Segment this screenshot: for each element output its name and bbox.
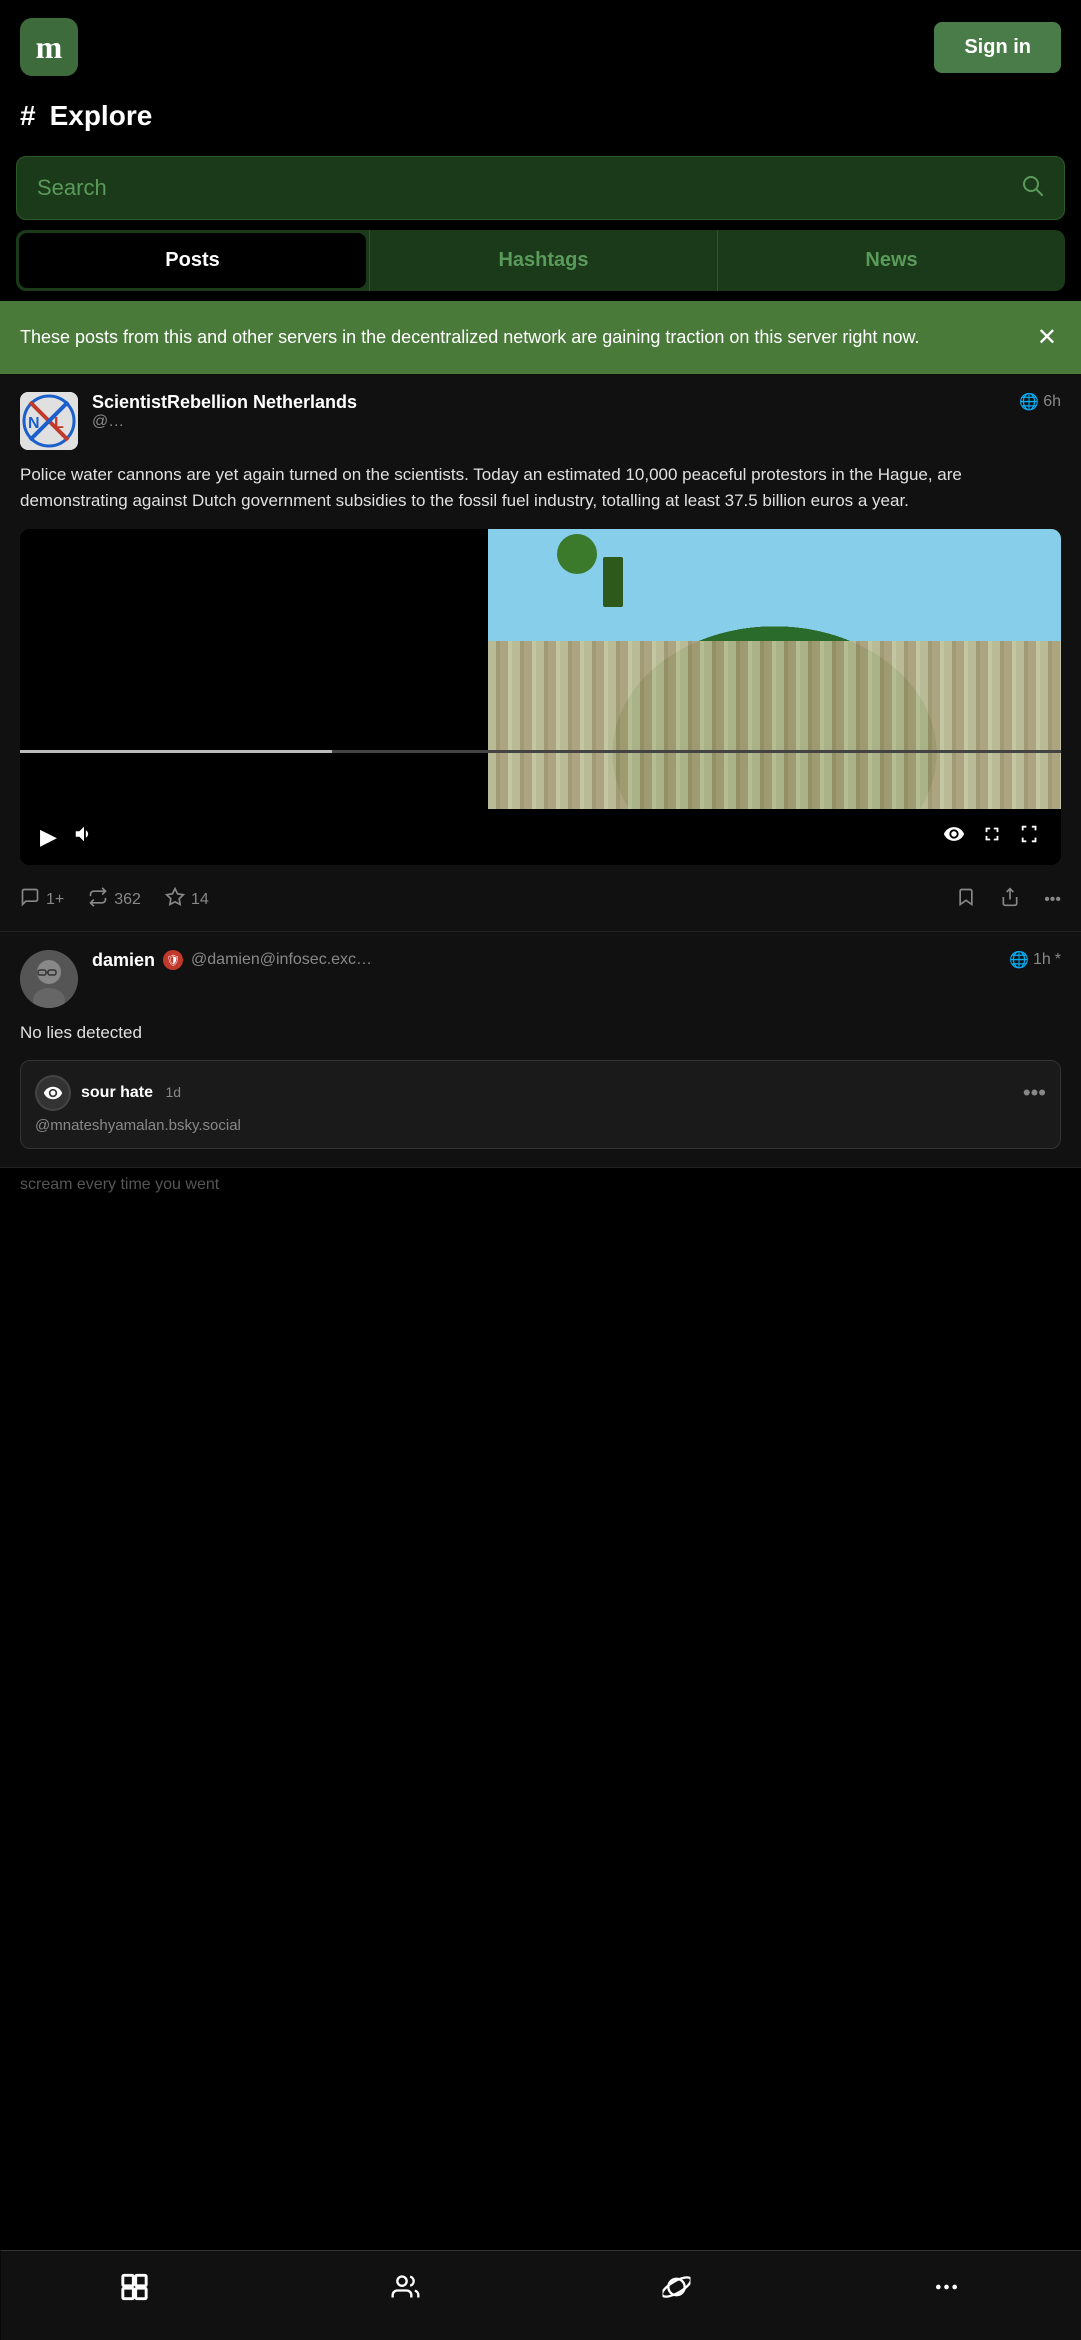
globe-icon-2: 🌐: [1009, 950, 1029, 970]
page-title: Explore: [50, 100, 153, 132]
search-icon: [1020, 173, 1044, 203]
logo: m: [20, 18, 78, 76]
video-scene: [488, 529, 1061, 809]
quoted-author-name: sour hate: [81, 1084, 153, 1101]
post-2-time-row: 🌐 1h *: [1009, 950, 1061, 970]
svg-text:N: N: [28, 415, 40, 432]
close-banner-button[interactable]: ✕: [1033, 319, 1061, 356]
tab-news[interactable]: News: [718, 230, 1065, 291]
post-1-header: N L ScientistRebellion Netherlands @… 🌐 …: [20, 392, 1061, 450]
quoted-time: 1d: [165, 1084, 181, 1100]
post-1-time: 6h: [1043, 393, 1061, 411]
hash-icon: #: [20, 100, 36, 132]
post-2-author-name: damien: [92, 950, 155, 971]
post-2-time: 1h: [1033, 951, 1051, 969]
expand-button[interactable]: [977, 819, 1007, 855]
video-thumbnail: [20, 529, 1061, 809]
post-2-name-row: damien 🛡 @damien@infosec.exc…: [92, 950, 372, 971]
post-1-content: Police water cannons are yet again turne…: [20, 462, 1061, 515]
avatar-image: N L: [20, 392, 78, 450]
partial-text: scream every time you went: [0, 1168, 1081, 1314]
quoted-header: sour hate 1d •••: [35, 1075, 1046, 1111]
share-button[interactable]: [1000, 887, 1020, 912]
post-1-author-name: ScientistRebellion Netherlands: [92, 392, 357, 413]
fullscreen-button[interactable]: [1015, 819, 1045, 855]
favorite-button[interactable]: 14: [165, 887, 209, 913]
video-progress-track[interactable]: [20, 750, 1061, 753]
video-progress-fill: [20, 750, 332, 753]
nav-explore-button[interactable]: [101, 2265, 169, 2316]
boost-icon: [88, 887, 108, 913]
favorite-count: 14: [191, 891, 209, 909]
sign-in-button[interactable]: Sign in: [934, 22, 1061, 73]
comment-button[interactable]: 1+: [20, 887, 64, 913]
verified-badge: 🛡: [163, 950, 183, 970]
comment-count: 1+: [46, 891, 64, 909]
search-bar[interactable]: [16, 156, 1065, 220]
quoted-avatar: [35, 1075, 71, 1111]
post-1-author-row: ScientistRebellion Netherlands @… 🌐 6h: [92, 392, 1061, 431]
video-player[interactable]: ▶: [20, 529, 1061, 865]
star-icon: [165, 887, 185, 913]
boost-count: 362: [114, 891, 141, 909]
post-2-handle: @damien@infosec.exc…: [191, 951, 372, 969]
info-banner: These posts from this and other servers …: [0, 301, 1081, 374]
post-1-handle: @…: [92, 413, 357, 431]
explore-header: # Explore: [0, 86, 1081, 146]
post-1-author-info: ScientistRebellion Netherlands @…: [92, 392, 357, 431]
comment-icon: [20, 887, 40, 913]
video-dark-side: [20, 529, 488, 809]
tree-top: [557, 534, 597, 574]
post-2-author-row: damien 🛡 @damien@infosec.exc… 🌐 1h *: [92, 950, 1061, 971]
nav-more-button[interactable]: [912, 2265, 980, 2316]
search-input[interactable]: [37, 175, 1020, 201]
post-2-content: No lies detected: [20, 1020, 1061, 1046]
boost-button[interactable]: 362: [88, 887, 141, 913]
eye-button[interactable]: [939, 819, 969, 855]
tab-posts[interactable]: Posts: [19, 233, 366, 288]
more-icon: •••: [1044, 891, 1061, 909]
post-2-header: damien 🛡 @damien@infosec.exc… 🌐 1h *: [20, 950, 1061, 1008]
post-2-avatar: [20, 950, 78, 1008]
avatar-damien-image: [20, 950, 78, 1008]
quoted-handle: @mnateshyamalan.bsky.social: [35, 1117, 1046, 1134]
logo-letter: m: [36, 29, 63, 66]
tab-hashtags[interactable]: Hashtags: [370, 230, 717, 291]
volume-button[interactable]: [69, 819, 99, 855]
post-1-avatar: N L: [20, 392, 78, 450]
svg-text:L: L: [54, 415, 64, 432]
post-1-actions: 1+ 362 14: [20, 881, 1061, 913]
tab-bar: Posts Hashtags News: [16, 230, 1065, 291]
quoted-post[interactable]: sour hate 1d ••• @mnateshyamalan.bsky.so…: [20, 1060, 1061, 1149]
app-header: m Sign in: [0, 0, 1081, 86]
bookmark-icon: [956, 887, 976, 912]
crowd-people: [488, 641, 1061, 809]
more-button[interactable]: •••: [1044, 891, 1061, 909]
nav-people-button[interactable]: [371, 2265, 441, 2316]
video-controls-bar: ▶: [20, 809, 1061, 865]
crowd-visual: [488, 529, 1061, 809]
bookmark-button[interactable]: [956, 887, 976, 912]
post-1-time-row: 🌐 6h: [1019, 392, 1061, 412]
info-banner-text: These posts from this and other servers …: [20, 324, 1017, 351]
quoted-name-group: sour hate 1d: [81, 1084, 181, 1102]
share-icon: [1000, 887, 1020, 912]
post-2: damien 🛡 @damien@infosec.exc… 🌐 1h * No …: [0, 932, 1081, 1168]
bottom-nav: [0, 2250, 1081, 2340]
quoted-more-icon[interactable]: •••: [1023, 1080, 1046, 1106]
globe-icon-1: 🌐: [1019, 392, 1039, 412]
nav-planet-button[interactable]: [642, 2265, 710, 2316]
quoted-eye-icon: [37, 1077, 69, 1109]
post-2-time-suffix: *: [1055, 951, 1061, 969]
play-button[interactable]: ▶: [36, 820, 61, 854]
post-2-author-info: damien 🛡 @damien@infosec.exc…: [92, 950, 372, 971]
post-1: N L ScientistRebellion Netherlands @… 🌐 …: [0, 374, 1081, 932]
tree-trunk: [603, 557, 623, 607]
